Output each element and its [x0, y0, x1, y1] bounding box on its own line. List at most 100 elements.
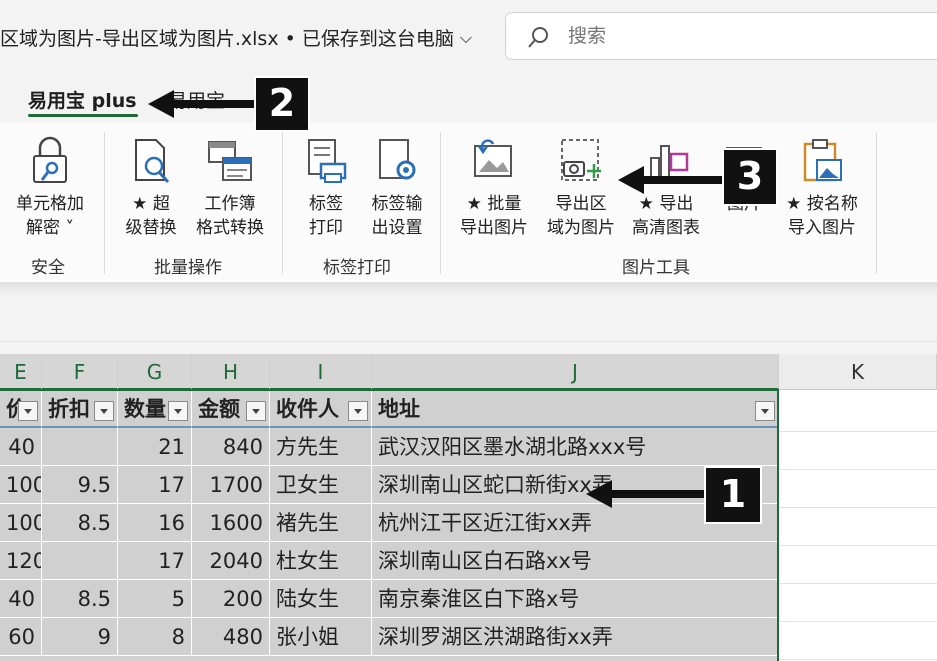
column-header-i[interactable]: I	[270, 354, 372, 390]
table-cell[interactable]: 南京秦淮区白下路x号	[372, 580, 779, 618]
table-cell[interactable]: 5	[118, 580, 192, 618]
table-cell[interactable]: 方先生	[270, 428, 372, 466]
export-range-label-2: 域为图片	[547, 218, 615, 238]
header-text: 折扣	[48, 397, 90, 421]
table-cell[interactable]: 陆女生	[270, 580, 372, 618]
header-cell-address[interactable]: 地址	[372, 390, 779, 428]
document-title-text: 区域为图片-导出区域为图片.xlsx • 已保存到这台电脑	[0, 28, 454, 50]
row-gridline	[779, 469, 937, 470]
table-cell[interactable]: 60	[0, 618, 42, 656]
search-icon	[528, 27, 548, 48]
document-search-icon	[135, 139, 170, 184]
header-text: 地址	[378, 397, 420, 421]
cell-encrypt-button[interactable]: 单元格加 解密 ˅	[10, 136, 90, 240]
label-print-label-1: 标签	[309, 194, 343, 214]
super-replace-label-1: ★ 超	[132, 194, 170, 214]
import-picture-icon	[803, 139, 842, 182]
export-range-picture-button[interactable]: 导出区 域为图片	[540, 136, 622, 240]
super-replace-button[interactable]: ★ 超级替换	[118, 136, 184, 240]
table-cell[interactable]: 2040	[192, 542, 270, 580]
column-header-f[interactable]: F	[42, 354, 118, 390]
document-title[interactable]: 区域为图片-导出区域为图片.xlsx • 已保存到这台电脑 ⌵	[0, 24, 472, 51]
table-cell[interactable]: 8	[118, 618, 192, 656]
filter-dropdown-button[interactable]	[755, 401, 775, 421]
table-cell[interactable]: 480	[192, 618, 270, 656]
filter-dropdown-button[interactable]	[18, 401, 38, 421]
column-header-g[interactable]: G	[118, 354, 192, 390]
table-cell[interactable]: 武汉汉阳区墨水湖北路xxx号	[372, 428, 779, 466]
filter-dropdown-button[interactable]	[348, 401, 368, 421]
label-settings-button[interactable]: 标签输 出设置	[362, 136, 432, 240]
table-cell[interactable]: 17	[118, 542, 192, 580]
header-cell-amount[interactable]: 金额	[192, 390, 270, 428]
table-cell[interactable]	[42, 542, 118, 580]
table-cell[interactable]: 100	[0, 466, 42, 504]
table-cell[interactable]: 200	[192, 580, 270, 618]
filter-dropdown-button[interactable]	[168, 401, 188, 421]
batch-export-picture-button[interactable]: ★ 批量 导出图片	[454, 136, 534, 240]
table-cell[interactable]: 褚先生	[270, 504, 372, 542]
group-separator	[876, 132, 877, 274]
export-range-picture-icon	[561, 139, 601, 181]
label-settings-label-2: 出设置	[371, 218, 423, 238]
batch-export-label-1: ★ 批量	[466, 194, 522, 214]
table-cell[interactable]: 深圳罗湖区洪湖路街xx弄	[372, 618, 779, 656]
batch-export-picture-icon	[474, 139, 512, 177]
table-cell[interactable]: 17	[118, 466, 192, 504]
header-text: 数量	[124, 397, 166, 421]
label-print-button[interactable]: 标签 打印	[296, 136, 356, 240]
table-cell[interactable]	[42, 428, 118, 466]
tab-yiyongbao-plus[interactable]: 易用宝 plus	[28, 86, 137, 113]
callout-badge-1: 1	[704, 466, 762, 524]
filter-dropdown-button[interactable]	[246, 401, 266, 421]
workbook-convert-label-1: 工作簿	[204, 194, 256, 214]
table-cell[interactable]: 1600	[192, 504, 270, 542]
column-header-h[interactable]: H	[192, 354, 270, 390]
header-text: 金额	[198, 397, 240, 421]
group-separator	[282, 132, 283, 274]
table-cell[interactable]: 杜女生	[270, 542, 372, 580]
worksheet-grid[interactable]: E F G H I J K 价 折扣 数量 金额 收件人 地址 40 21 840 方…	[0, 354, 937, 661]
group-separator	[104, 132, 105, 274]
table-cell[interactable]: 21	[118, 428, 192, 466]
table-cell[interactable]: 9	[42, 618, 118, 656]
column-header-e[interactable]: E	[0, 354, 42, 390]
formula-bar-area	[0, 296, 937, 354]
table-cell[interactable]: 120	[0, 542, 42, 580]
row-gridline	[779, 545, 937, 546]
row-gridline	[779, 507, 937, 508]
table-cell[interactable]: 8.5	[42, 504, 118, 542]
table-cell[interactable]: 16	[118, 504, 192, 542]
table-cell[interactable]: 卫女生	[270, 466, 372, 504]
header-cell-discount[interactable]: 折扣	[42, 390, 118, 428]
group-label-picture-tools: 图片工具	[622, 258, 690, 278]
header-cell-price[interactable]: 价	[0, 390, 42, 428]
filter-dropdown-button[interactable]	[94, 401, 114, 421]
label-print-label-2: 打印	[309, 218, 343, 238]
table-cell[interactable]: 100	[0, 504, 42, 542]
row-gridline	[779, 659, 937, 660]
column-header-k[interactable]: K	[779, 354, 937, 390]
column-header-j[interactable]: J	[372, 354, 779, 390]
table-cell[interactable]: 840	[192, 428, 270, 466]
chevron-down-icon[interactable]: ⌵	[460, 28, 472, 48]
header-cell-quantity[interactable]: 数量	[118, 390, 192, 428]
label-settings-label-1: 标签输	[371, 194, 423, 214]
search-input[interactable]	[568, 22, 868, 50]
table-cell[interactable]: 40	[0, 428, 42, 466]
export-range-label-1: 导出区	[555, 194, 607, 214]
workbook-convert-button[interactable]: 工作簿 格式转换	[190, 136, 270, 240]
import-picture-button[interactable]: ★ 按名称 导入图片	[780, 136, 864, 240]
callout-badge-2: 2	[254, 76, 310, 132]
title-bar: 区域为图片-导出区域为图片.xlsx • 已保存到这台电脑 ⌵	[0, 0, 937, 72]
header-cell-recipient[interactable]: 收件人	[270, 390, 372, 428]
table-cell[interactable]: 深圳南山区白石路xx号	[372, 542, 779, 580]
table-cell[interactable]: 张小姐	[270, 618, 372, 656]
table-cell[interactable]: 40	[0, 580, 42, 618]
table-cell[interactable]: 8.5	[42, 580, 118, 618]
row-gridline	[779, 431, 937, 432]
table-cell[interactable]: 1700	[192, 466, 270, 504]
ribbon-shadow	[0, 282, 937, 296]
table-cell[interactable]: 9.5	[42, 466, 118, 504]
search-box[interactable]	[505, 12, 937, 60]
